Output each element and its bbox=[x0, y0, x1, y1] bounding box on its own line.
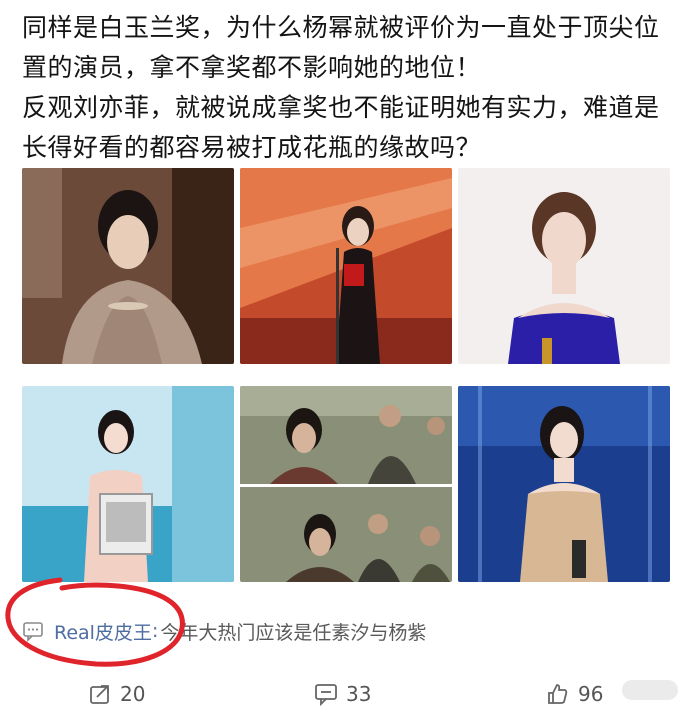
like-button[interactable]: 96 bbox=[546, 676, 603, 712]
like-count: 96 bbox=[578, 682, 604, 706]
post-text-line: 反观刘亦菲，就被说成拿奖也不能证明她有实力，难道是 bbox=[22, 93, 660, 122]
photo-thumbnail-5[interactable] bbox=[240, 386, 452, 582]
comment-username[interactable]: Real皮皮王 bbox=[54, 618, 152, 645]
photo-drama-stills bbox=[240, 386, 452, 582]
photo-woman-shawl bbox=[22, 168, 234, 364]
photo-award-stage-red bbox=[240, 168, 452, 364]
photo-thumbnail-3[interactable] bbox=[458, 168, 670, 364]
comment-button[interactable]: 33 bbox=[314, 676, 371, 712]
repost-button[interactable]: 20 bbox=[88, 676, 145, 712]
comment-count: 33 bbox=[346, 682, 372, 706]
hot-comment[interactable]: Real皮皮王 : 今年大热门应该是任素汐与杨紫 bbox=[22, 616, 426, 646]
photo-grid bbox=[22, 168, 670, 582]
post-text-line: 置的演员，拿不拿奖都不影响她的地位！ bbox=[22, 53, 482, 82]
comment-separator: : bbox=[151, 620, 159, 642]
thumbs-up-icon bbox=[548, 684, 568, 704]
repost-icon bbox=[90, 685, 109, 704]
comment-icon bbox=[315, 684, 337, 706]
photo-thumbnail-2[interactable] bbox=[240, 168, 452, 364]
photo-woman-gold-gown bbox=[458, 386, 670, 582]
post-text-line: 同样是白玉兰奖，为什么杨幂就被评价为一直处于顶尖位 bbox=[22, 13, 660, 42]
action-bar: 20 33 96 bbox=[0, 676, 690, 712]
post-text: 同样是白玉兰奖，为什么杨幂就被评价为一直处于顶尖位 置的演员，拿不拿奖都不影响她… bbox=[22, 8, 672, 168]
watermark-icon bbox=[622, 680, 678, 700]
comment-bubble-icon bbox=[23, 622, 43, 642]
photo-thumbnail-1[interactable] bbox=[22, 168, 234, 364]
photo-woman-blue-gown-trophy bbox=[458, 168, 670, 364]
photo-thumbnail-6[interactable] bbox=[458, 386, 670, 582]
repost-count: 20 bbox=[120, 682, 146, 706]
post-text-line: 长得好看的都容易被打成花瓶的缘故吗？ bbox=[22, 133, 482, 162]
comment-text: 今年大热门应该是任素汐与杨紫 bbox=[160, 621, 427, 644]
photo-thumbnail-4[interactable] bbox=[22, 386, 234, 582]
photo-woman-podium-award bbox=[22, 386, 234, 582]
